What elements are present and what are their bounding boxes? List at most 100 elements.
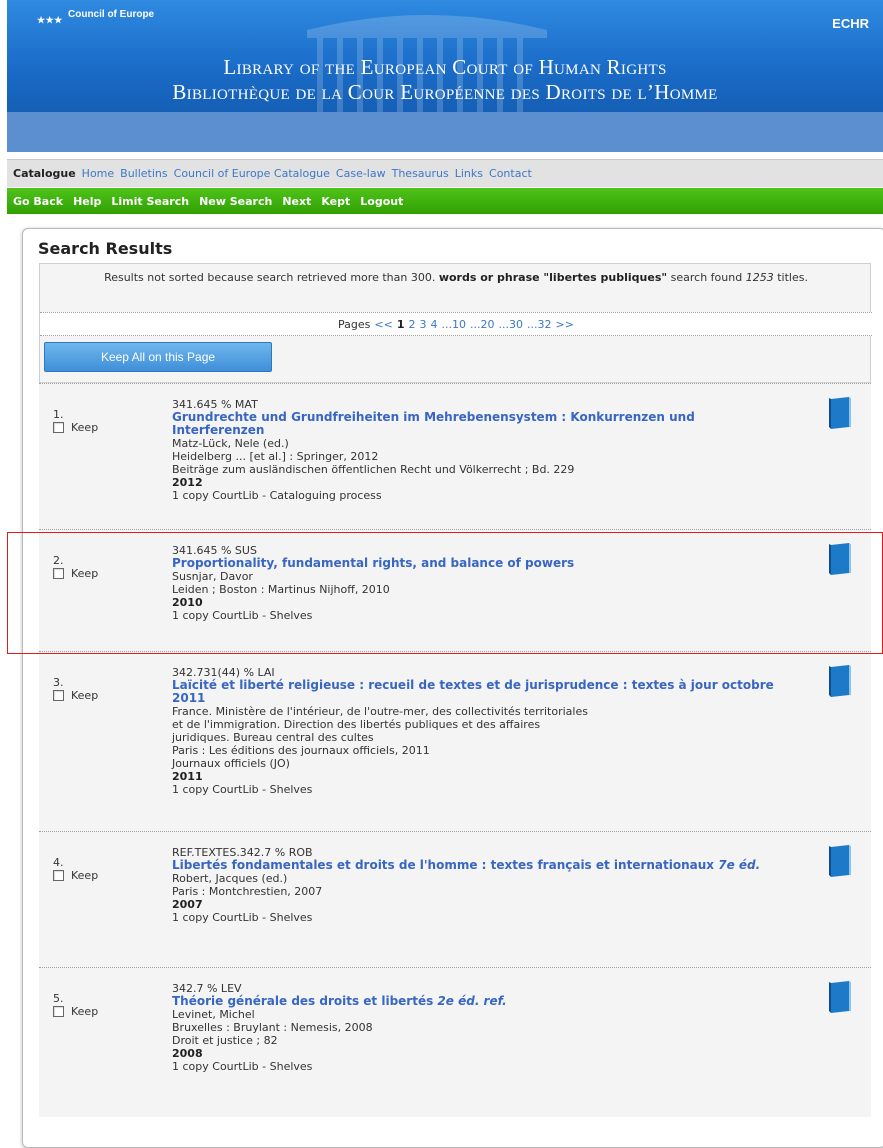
nav-item-catalogue[interactable]: Catalogue bbox=[13, 167, 76, 180]
series-line: Journaux officiels (JO) bbox=[172, 757, 290, 770]
imprint-line: Paris : Les éditions des journaux offici… bbox=[172, 744, 430, 757]
book-icon[interactable] bbox=[827, 844, 853, 878]
new-search-button[interactable]: New Search bbox=[199, 195, 272, 208]
nav-item-coe-catalogue[interactable]: Council of Europe Catalogue bbox=[174, 167, 330, 180]
publication-year: 2008 bbox=[172, 1047, 203, 1060]
edition-statement: 7e éd. bbox=[718, 858, 761, 872]
pager-next[interactable]: >> bbox=[556, 318, 574, 331]
series-line: Beiträge zum ausländischen öffentlichen … bbox=[172, 463, 575, 476]
nav-item-thesaurus[interactable]: Thesaurus bbox=[392, 167, 449, 180]
record-number: 3. bbox=[53, 676, 64, 689]
checkbox-icon[interactable] bbox=[53, 690, 64, 701]
pager-page-2[interactable]: 2 bbox=[409, 318, 416, 331]
book-icon[interactable] bbox=[827, 980, 853, 1014]
book-icon[interactable] bbox=[827, 664, 853, 698]
checkbox-icon[interactable] bbox=[53, 422, 64, 433]
record-details: 341.645 % MAT Grundrechte und Grundfreih… bbox=[172, 398, 782, 502]
book-icon[interactable] bbox=[827, 542, 853, 576]
imprint-line: Leiden ; Boston : Martinus Nijhoff, 2010 bbox=[172, 583, 390, 596]
keep-checkbox[interactable]: Keep bbox=[53, 689, 98, 702]
author-line: Susnjar, Davor bbox=[172, 570, 253, 583]
publication-year: 2012 bbox=[172, 476, 203, 489]
keep-checkbox[interactable]: Keep bbox=[53, 567, 98, 580]
action-toolbar: Go Back Help Limit Search New Search Nex… bbox=[7, 188, 883, 214]
library-title-fr: Bibliothèque de la Cour Européenne des D… bbox=[172, 80, 718, 104]
record-details: REF.TEXTES.342.7 % ROB Libertés fondamen… bbox=[172, 846, 782, 924]
pager-page-32[interactable]: ...32 bbox=[527, 318, 552, 331]
record-details: 342.731(44) % LAI Laïcité et liberté rel… bbox=[172, 666, 782, 796]
keep-checkbox[interactable]: Keep bbox=[53, 1005, 98, 1018]
result-count: 1253 bbox=[745, 271, 774, 284]
nav-item-case-law[interactable]: Case-law bbox=[336, 167, 386, 180]
logout-button[interactable]: Logout bbox=[360, 195, 403, 208]
record-title-link[interactable]: Grundrechte und Grundfreiheiten im Mehre… bbox=[172, 411, 782, 437]
nav-item-contact[interactable]: Contact bbox=[489, 167, 532, 180]
keep-checkbox[interactable]: Keep bbox=[53, 421, 98, 434]
banner-strip bbox=[7, 112, 883, 152]
pager-page-30[interactable]: ...30 bbox=[499, 318, 524, 331]
library-title-en: Library of the European Court of Human R… bbox=[223, 55, 667, 79]
pager-page-4[interactable]: 4 bbox=[431, 318, 438, 331]
result-record: 3. Keep 342.731(44) % LAI Laïcité et lib… bbox=[39, 651, 871, 831]
holding-info: 1 copy CourtLib - Shelves bbox=[172, 609, 313, 622]
next-button[interactable]: Next bbox=[282, 195, 311, 208]
result-record: 2. Keep 341.645 % SUS Proportionality, f… bbox=[39, 529, 871, 651]
holding-info: 1 copy CourtLib - Cataloguing process bbox=[172, 489, 382, 502]
keep-all-button[interactable]: Keep All on this Page bbox=[44, 342, 272, 372]
nav-item-home[interactable]: Home bbox=[82, 167, 114, 180]
holding-info: 1 copy CourtLib - Shelves bbox=[172, 911, 313, 924]
record-title-link[interactable]: Théorie générale des droits et libertés … bbox=[172, 995, 782, 1008]
pager-current: 1 bbox=[396, 317, 405, 331]
holding-info: 1 copy CourtLib - Shelves bbox=[172, 1060, 313, 1073]
result-record: 4. Keep REF.TEXTES.342.7 % ROB Libertés … bbox=[39, 831, 871, 967]
checkbox-icon[interactable] bbox=[53, 1006, 64, 1017]
author-line: Matz-Lück, Nele (ed.) bbox=[172, 437, 289, 450]
pager-page-3[interactable]: 3 bbox=[420, 318, 427, 331]
publication-year: 2007 bbox=[172, 898, 203, 911]
go-back-button[interactable]: Go Back bbox=[13, 195, 63, 208]
help-button[interactable]: Help bbox=[73, 195, 101, 208]
kept-button[interactable]: Kept bbox=[321, 195, 350, 208]
pagination: Pages << 1 2 3 4 ...10 ...20 ...30 ...32… bbox=[40, 312, 872, 336]
publication-year: 2010 bbox=[172, 596, 203, 609]
limit-search-button[interactable]: Limit Search bbox=[111, 195, 189, 208]
pager-page-20[interactable]: ...20 bbox=[470, 318, 495, 331]
council-of-europe-name: Council of Europe bbox=[68, 9, 155, 20]
record-title-link[interactable]: Proportionality, fundamental rights, and… bbox=[172, 557, 782, 570]
main-navigation: Catalogue Home Bulletins Council of Euro… bbox=[7, 159, 883, 187]
pager-prev[interactable]: << bbox=[374, 318, 392, 331]
sort-note: Results not sorted because search retrie… bbox=[104, 271, 808, 284]
results-info-box: Results not sorted because search retrie… bbox=[39, 263, 872, 383]
author-line: France. Ministère de l'intérieur, de l'o… bbox=[172, 705, 588, 718]
checkbox-icon[interactable] bbox=[53, 870, 64, 881]
library-banner: ★ ★ ★ Council of Europe ECHR Library of … bbox=[7, 0, 883, 112]
pager-label: Pages bbox=[338, 317, 371, 331]
checkbox-icon[interactable] bbox=[53, 568, 64, 579]
result-record: 5. Keep 342.7 % LEV Théorie générale des… bbox=[39, 967, 871, 1117]
record-number: 4. bbox=[53, 856, 64, 869]
record-number: 2. bbox=[53, 554, 64, 567]
record-title-link[interactable]: Libertés fondamentales et droits de l'ho… bbox=[172, 859, 782, 872]
pager-page-10[interactable]: ...10 bbox=[442, 318, 467, 331]
search-results-panel: Search Results Results not sorted becaus… bbox=[22, 228, 883, 1148]
holding-info: 1 copy CourtLib - Shelves bbox=[172, 783, 313, 796]
author-line: juridiques. Bureau central des cultes bbox=[172, 731, 374, 744]
nav-item-links[interactable]: Links bbox=[455, 167, 483, 180]
edition-statement: 2e éd. ref. bbox=[437, 994, 507, 1008]
record-number: 1. bbox=[53, 408, 64, 421]
imprint-line: Bruxelles : Bruylant : Nemesis, 2008 bbox=[172, 1021, 373, 1034]
echr-link[interactable]: ECHR bbox=[832, 16, 869, 31]
author-line: Levinet, Michel bbox=[172, 1008, 255, 1021]
record-details: 341.645 % SUS Proportionality, fundament… bbox=[172, 544, 782, 622]
author-line: Robert, Jacques (ed.) bbox=[172, 872, 288, 885]
record-number: 5. bbox=[53, 992, 64, 1005]
imprint-line: Paris : Montchrestien, 2007 bbox=[172, 885, 323, 898]
record-title-link[interactable]: Laïcité et liberté religieuse : recueil … bbox=[172, 679, 782, 705]
record-details: 342.7 % LEV Théorie générale des droits … bbox=[172, 982, 782, 1073]
book-icon[interactable] bbox=[827, 396, 853, 430]
page-title: Search Results bbox=[38, 239, 173, 258]
imprint-line: Heidelberg ... [et al.] : Springer, 2012 bbox=[172, 450, 379, 463]
author-line: et de l'immigration. Direction des liber… bbox=[172, 718, 541, 731]
keep-checkbox[interactable]: Keep bbox=[53, 869, 98, 882]
nav-item-bulletins[interactable]: Bulletins bbox=[120, 167, 167, 180]
